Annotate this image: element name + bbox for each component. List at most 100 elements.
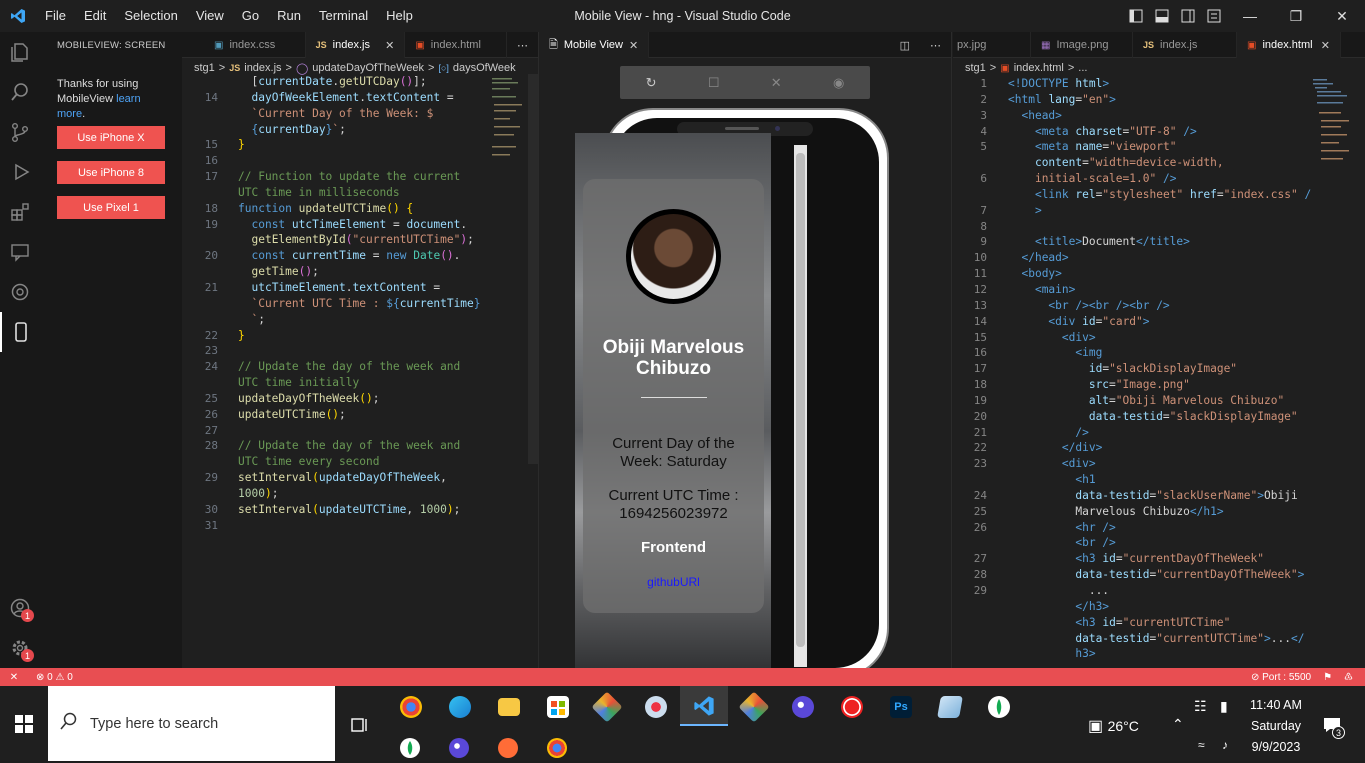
- rotate-icon[interactable]: ☐: [708, 75, 720, 91]
- network-icon[interactable]: ☷: [1194, 698, 1207, 715]
- weather-widget[interactable]: ▣ 26°C: [1088, 716, 1139, 736]
- microsoft-store-icon[interactable]: [547, 696, 569, 718]
- manage-gear-icon[interactable]: 1: [0, 628, 40, 668]
- source-control-icon[interactable]: [0, 112, 40, 152]
- task-view-icon[interactable]: [351, 717, 369, 738]
- breadcrumb-function[interactable]: updateDayOfTheWeek: [312, 62, 424, 74]
- mongodb-icon[interactable]: [400, 738, 420, 758]
- menu-go[interactable]: Go: [233, 0, 268, 32]
- menu-edit[interactable]: Edit: [75, 0, 115, 32]
- tab-image-png[interactable]: ▦ Image.png: [1031, 32, 1133, 58]
- minimize-button[interactable]: —: [1227, 0, 1273, 32]
- close-device-icon[interactable]: ✕: [771, 75, 782, 91]
- tab-px-jpg[interactable]: px.jpg: [953, 32, 1031, 58]
- taskbar-search-box[interactable]: Type here to search: [48, 686, 335, 761]
- chatgpt-icon[interactable]: [0, 272, 40, 312]
- breadcrumb-variable[interactable]: daysOfWeek: [453, 62, 516, 74]
- show-hidden-icons-chevron-icon[interactable]: ⌃: [1172, 716, 1184, 733]
- breadcrumb-right: stg1 > ▣ index.html >...: [965, 59, 1087, 77]
- extensions-icon[interactable]: [0, 192, 40, 232]
- html-file-icon: ▣: [415, 39, 425, 51]
- close-tab-icon[interactable]: ✕: [385, 39, 394, 52]
- split-editor-icon[interactable]: ◫: [890, 32, 920, 58]
- gitkraken-icon[interactable]: [591, 691, 623, 723]
- chrome-icon[interactable]: [547, 738, 567, 758]
- feedback-icon[interactable]: ⚑: [1323, 672, 1332, 683]
- notifications-bell-icon[interactable]: ♳: [1344, 672, 1353, 683]
- toggle-primary-sidebar-icon[interactable]: [1123, 0, 1149, 32]
- live-server-port[interactable]: ⊘ Port : 5500: [1251, 672, 1311, 683]
- tab-mobile-view[interactable]: 🗎 Mobile View ✕: [539, 32, 649, 58]
- toggle-secondary-sidebar-icon[interactable]: [1175, 0, 1201, 32]
- notification-center-icon[interactable]: 3: [1322, 716, 1345, 739]
- tab-index-html-right[interactable]: ▣ index.html ✕: [1237, 32, 1341, 58]
- tor-browser-icon[interactable]: [792, 696, 814, 718]
- problems-indicator[interactable]: ⊗ 0 ⚠ 0: [36, 672, 73, 683]
- tor-icon-2[interactable]: [449, 738, 469, 758]
- code-content-html[interactable]: <!DOCTYPE html> <html lang="en"> <head> …: [1008, 76, 1311, 662]
- restore-button[interactable]: ❐: [1273, 0, 1319, 32]
- tab-index-html[interactable]: ▣ index.html: [405, 32, 507, 58]
- menu-run[interactable]: Run: [268, 0, 310, 32]
- current-day-of-week: Current Day of the Week: Saturday: [612, 435, 735, 470]
- clock[interactable]: 11:40 AM Saturday 9/9/2023: [1246, 698, 1306, 754]
- menu-view[interactable]: View: [187, 0, 233, 32]
- more-actions-icon[interactable]: ⋯: [507, 32, 538, 58]
- breadcrumb-file[interactable]: index.html: [1014, 62, 1064, 74]
- breadcrumb-ellipsis[interactable]: ...: [1078, 62, 1087, 74]
- use-iphone-8-button[interactable]: Use iPhone 8: [57, 161, 165, 184]
- chrome-profile-icon[interactable]: [400, 696, 422, 718]
- photoshop-icon[interactable]: Ps: [890, 696, 912, 718]
- menu-file[interactable]: File: [36, 0, 75, 32]
- run-debug-icon[interactable]: [0, 152, 40, 192]
- line-numbers: 14 15 16 17 18 19 20 21 22 23 24 25 26 2…: [204, 90, 218, 532]
- phone-scrollbar[interactable]: [794, 145, 807, 667]
- screenshot-camera-icon[interactable]: ◉: [833, 75, 844, 91]
- paint-icon[interactable]: [645, 696, 667, 718]
- tab-index-js[interactable]: JS index.js ✕: [305, 32, 406, 58]
- vscode-taskbar-button[interactable]: [680, 686, 728, 726]
- minimap[interactable]: [490, 74, 526, 164]
- minimap-right[interactable]: [1311, 76, 1351, 176]
- wifi-icon[interactable]: ≈: [1198, 738, 1205, 752]
- menu-selection[interactable]: Selection: [115, 0, 186, 32]
- windows-start-icon[interactable]: [0, 686, 48, 761]
- battery-icon[interactable]: ▮: [1220, 698, 1228, 715]
- notification-count: 3: [1332, 726, 1345, 739]
- github-url-link[interactable]: githubURl: [591, 573, 756, 591]
- breadcrumb-file[interactable]: index.js: [244, 62, 281, 74]
- explorer-icon[interactable]: [0, 32, 40, 72]
- mongodb-compass-icon[interactable]: [988, 696, 1010, 718]
- windows-taskbar: Type here to search Ps ▣ 26°C ⌃ ☷ ▮ ≈ ♪ …: [0, 686, 1365, 761]
- file-explorer-icon[interactable]: [498, 698, 520, 716]
- refresh-icon[interactable]: ↻: [646, 75, 657, 91]
- accounts-icon[interactable]: 1: [0, 588, 40, 628]
- toggle-panel-icon[interactable]: [1149, 0, 1175, 32]
- breadcrumb-folder[interactable]: stg1: [965, 62, 986, 74]
- menu-terminal[interactable]: Terminal: [310, 0, 377, 32]
- close-tab-icon[interactable]: ✕: [629, 39, 638, 52]
- menu-help[interactable]: Help: [377, 0, 422, 32]
- breadcrumb-folder[interactable]: stg1: [194, 62, 215, 74]
- close-window-button[interactable]: ✕: [1319, 0, 1365, 32]
- recorder-icon[interactable]: [841, 696, 863, 718]
- use-iphone-x-button[interactable]: Use iPhone X: [57, 126, 165, 149]
- customize-layout-icon[interactable]: [1201, 0, 1227, 32]
- code-content-js[interactable]: [currentDate.getUTCDay()]; dayOfWeekElem…: [238, 74, 481, 518]
- remote-indicator[interactable]: ✕: [0, 672, 28, 683]
- close-tab-icon[interactable]: ✕: [1321, 39, 1330, 52]
- more-actions-icon[interactable]: ⋯: [920, 32, 951, 58]
- volume-icon[interactable]: ♪: [1222, 738, 1228, 752]
- vertical-scrollbar[interactable]: [528, 74, 538, 464]
- use-pixel-1-button[interactable]: Use Pixel 1: [57, 196, 165, 219]
- tab-index-css[interactable]: ▣ index.css: [182, 32, 306, 58]
- git-app-icon[interactable]: [738, 691, 770, 723]
- search-icon[interactable]: [0, 72, 40, 112]
- breadcrumb-sep: >: [1067, 62, 1075, 74]
- postman-icon[interactable]: [498, 738, 518, 758]
- remote-explorer-icon[interactable]: [0, 232, 40, 272]
- edge-icon[interactable]: [449, 696, 471, 718]
- tab-index-js-right[interactable]: JS index.js: [1133, 32, 1237, 58]
- notepad-icon[interactable]: [937, 696, 963, 718]
- mobile-view-icon[interactable]: [0, 312, 40, 352]
